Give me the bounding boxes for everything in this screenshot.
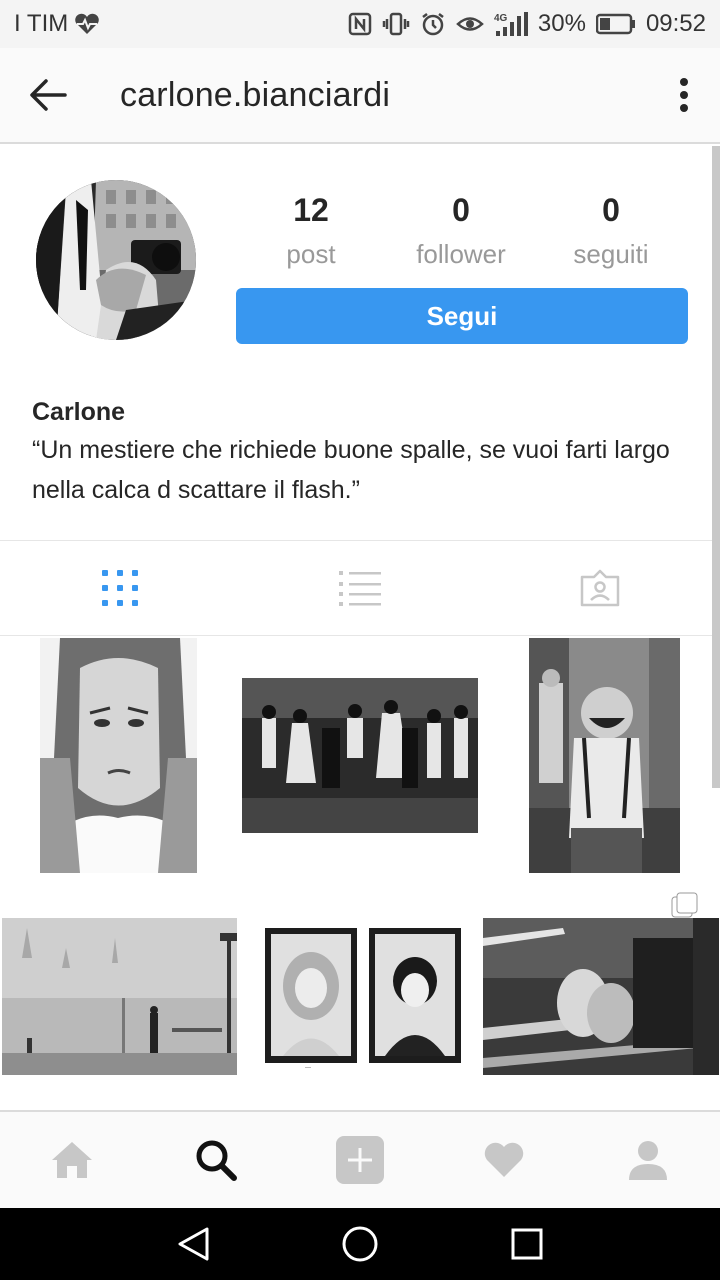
multiple-photos-icon: [671, 892, 698, 918]
search-icon: [196, 1140, 237, 1181]
follow-button[interactable]: Segui: [236, 288, 688, 344]
alarm-icon: [420, 11, 446, 37]
nav-add-post[interactable]: [288, 1112, 432, 1208]
signal-4g-icon: 4G: [494, 11, 528, 37]
tab-tagged[interactable]: [480, 541, 720, 635]
battery-icon: [595, 13, 636, 35]
profile-bio: Carlone “Un mestiere che richiede buone …: [32, 394, 692, 510]
add-post-icon: [336, 1136, 384, 1184]
stat-following-label: seguiti: [573, 239, 649, 269]
photo-thumb-2[interactable]: [241, 637, 479, 873]
back-triangle-icon: [178, 1227, 209, 1261]
bottom-navigation: [0, 1110, 720, 1208]
stat-following-value: 0: [602, 192, 620, 228]
arrow-left-icon: [30, 79, 67, 111]
system-back-button[interactable]: [157, 1208, 229, 1280]
foggy-street-photo: [2, 918, 237, 1075]
photo-thumb-1[interactable]: [0, 637, 238, 873]
tab-grid[interactable]: [0, 541, 240, 635]
profile-username-title: carlone.bianciardi: [120, 75, 391, 114]
recents-square-icon: [511, 1228, 543, 1260]
boxing-gloves-photo: [483, 918, 719, 1075]
photo-thumb-3[interactable]: [482, 637, 720, 873]
nav-activity[interactable]: [432, 1112, 576, 1208]
profile-stats: 12 post 0 follower 0 seguiti: [236, 186, 688, 274]
heart-monitor-icon: [74, 13, 100, 35]
stat-posts-label: post: [286, 239, 336, 269]
stat-followers[interactable]: 0 follower: [386, 186, 536, 274]
battery-percent: 30%: [537, 10, 586, 37]
stat-posts-value: 12: [293, 192, 329, 228]
clock: 09:52: [645, 10, 706, 37]
profile-header: 12 post 0 follower 0 seguiti Segui Carlo…: [0, 146, 720, 540]
stat-followers-value: 0: [452, 192, 470, 228]
system-home-button[interactable]: [324, 1208, 396, 1280]
portrait-woman-photo: [40, 638, 197, 873]
home-icon: [52, 1142, 92, 1178]
stat-posts[interactable]: 12 post: [236, 186, 386, 274]
nav-profile[interactable]: [576, 1112, 720, 1208]
nav-home[interactable]: [0, 1112, 144, 1208]
system-navigation-bar: [0, 1208, 720, 1280]
profile-app-bar: carlone.bianciardi: [0, 48, 720, 144]
tagged-icon: [580, 569, 620, 607]
more-options-button[interactable]: [648, 47, 720, 143]
profile-icon: [629, 1141, 667, 1180]
eye-icon: [456, 13, 484, 35]
back-button[interactable]: [0, 47, 96, 143]
heart-icon: [484, 1142, 524, 1177]
dancing-crowd-photo: [242, 678, 478, 833]
nav-search[interactable]: [144, 1112, 288, 1208]
tab-list[interactable]: [240, 541, 480, 635]
profile-display-name: Carlone: [32, 398, 126, 426]
laughing-boy-photo: [529, 638, 680, 873]
stat-following[interactable]: 0 seguiti: [536, 186, 686, 274]
nfc-icon: [348, 12, 372, 36]
more-vertical-icon: [680, 78, 688, 112]
profile-bio-text: “Un mestiere che richiede buone spalle, …: [32, 436, 670, 504]
carrier-label: I TIM: [14, 10, 69, 37]
status-bar: I TIM 4G 30% 09:52: [0, 0, 720, 48]
svg-text:4G: 4G: [494, 13, 508, 24]
avatar[interactable]: [36, 180, 196, 340]
list-icon: [339, 571, 381, 606]
system-recents-button[interactable]: [491, 1208, 563, 1280]
page-scrollbar[interactable]: [712, 146, 720, 788]
home-circle-icon: [342, 1226, 378, 1262]
vibrate-icon: [382, 12, 410, 36]
stat-followers-label: follower: [416, 239, 506, 269]
two-portraits-photo: —: [263, 926, 463, 1071]
grid-icon: [102, 570, 138, 606]
svg-text:—: —: [305, 1065, 311, 1071]
profile-view-tabs: [0, 540, 720, 636]
